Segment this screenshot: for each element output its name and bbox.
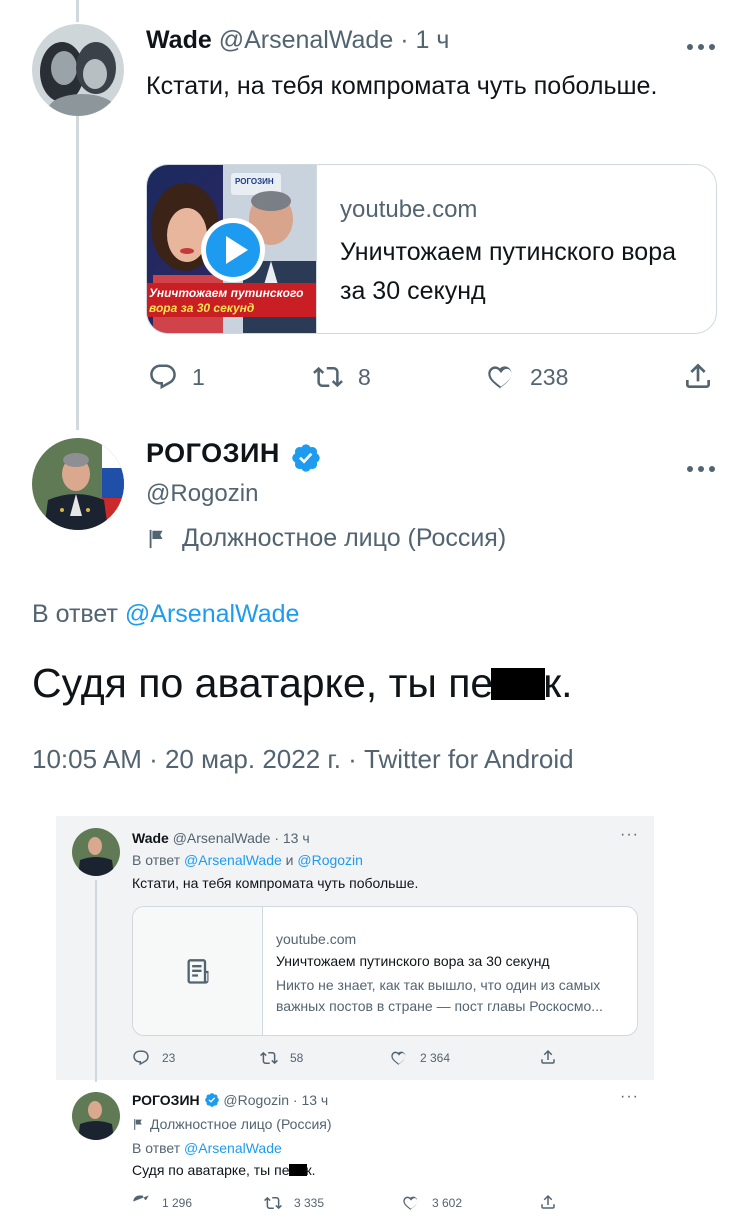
embedded-retweet-count-2: 3 335: [294, 1196, 325, 1210]
embedded-retweet-count: 58: [290, 1051, 304, 1065]
embedded-retweet-icon: [260, 1051, 278, 1065]
embedded-like-icon: [391, 1051, 406, 1066]
government-label-text: Должностное лицо (Россия): [182, 524, 507, 552]
thumb-caption-2: вора за 30 секунд: [149, 301, 255, 315]
embedded-card-title: Уничтожаем путинского вора за 30 секунд: [276, 953, 550, 969]
author-name-rogozin[interactable]: РОГОЗИН: [146, 438, 280, 469]
embedded-flag-icon: [134, 1118, 142, 1130]
card-domain: youtube.com: [340, 196, 478, 223]
government-label[interactable]: Должностное лицо (Россия): [146, 524, 506, 553]
embedded-handle-time[interactable]: @ArsenalWade · 13 ч: [173, 830, 310, 846]
embedded-retweet-action[interactable]: 58: [260, 1049, 303, 1067]
embedded-avatar-wade[interactable]: [72, 828, 120, 876]
author-handle[interactable]: @ArsenalWade: [219, 26, 394, 54]
embedded-retweet-action-2[interactable]: 3 335: [264, 1194, 324, 1212]
embedded-text-after: к.: [305, 1162, 316, 1178]
embedded-reply-prefix: В ответ: [132, 852, 181, 868]
embedded-reply-mention-2[interactable]: @Rogozin: [297, 852, 363, 868]
embedded-text-before: Судя по аватарке, ты пе: [132, 1162, 290, 1178]
embedded-retweet-icon-2: [264, 1196, 282, 1210]
embedded-more-icon-2[interactable]: ···: [620, 1088, 639, 1106]
reply-prefix: В ответ: [32, 600, 118, 628]
card-title: Уничтожаем путинского вора за 30 секунд: [340, 238, 677, 305]
embedded-link-card[interactable]: youtube.com Уничтожаем путинского вора з…: [132, 906, 638, 1036]
tweet-meta: 10:05 AM · 20 мар. 2022 г. · Twitter for…: [32, 744, 574, 774]
thumb-caption-1: Уничтожаем путинского: [149, 286, 304, 300]
embedded-label-text: Должностное лицо (Россия): [150, 1116, 332, 1132]
tweet-header: Wade @ArsenalWade · 1 ч: [146, 26, 449, 55]
embedded-reply-action[interactable]: 23: [132, 1049, 175, 1067]
main-text-after: к.: [543, 660, 573, 706]
avatar-rogozin[interactable]: [32, 438, 124, 530]
more-icon[interactable]: [686, 30, 716, 56]
embedded-share-icon[interactable]: [539, 1048, 557, 1066]
main-tweet-text: Судя по аватарке, ты пе к.: [32, 660, 573, 707]
reply-to-line: В ответ @ArsenalWade: [32, 600, 299, 629]
embedded-like-icon-2: [403, 1196, 418, 1211]
embedded-reply-mention-3[interactable]: @ArsenalWade: [184, 1140, 282, 1156]
embedded-like-action-2[interactable]: 3 602: [402, 1194, 462, 1212]
embedded-reply-prefix-2: В ответ: [132, 1140, 181, 1156]
verified-icon: [290, 442, 322, 479]
retweet-action[interactable]: 8: [312, 362, 371, 392]
tweet-text: Кстати, на тебя компромата чуть побольше…: [146, 72, 658, 100]
embedded-handle-time-2[interactable]: @Rogozin · 13 ч: [223, 1092, 328, 1108]
author-handle-rogozin[interactable]: @Rogozin: [146, 480, 258, 508]
retweet-icon: [313, 366, 343, 388]
embedded-reply-line-2: В ответ @ArsenalWade: [132, 1140, 282, 1156]
embedded-card-domain: youtube.com: [276, 931, 357, 947]
reply-icon: [150, 364, 176, 390]
embedded-tweet-text-2: Судя по аватарке, ты пе к.: [132, 1162, 316, 1178]
embedded-header-2: РОГОЗИН @Rogozin · 13 ч: [132, 1092, 328, 1108]
embedded-reply-action-2[interactable]: 1 296: [132, 1194, 192, 1212]
reply-mention[interactable]: @ArsenalWade: [125, 600, 300, 628]
thread-line-top: [76, 0, 79, 22]
embedded-reply-icon-2: [133, 1195, 149, 1202]
embedded-avatar-rogozin[interactable]: [72, 1092, 120, 1140]
author-name[interactable]: Wade: [146, 26, 212, 54]
flag-icon: [149, 529, 163, 548]
avatar-wade[interactable]: [32, 24, 124, 116]
embedded-like-action[interactable]: 2 364: [390, 1049, 450, 1067]
embedded-censor-block: [288, 1164, 307, 1176]
censor-block: [491, 668, 546, 700]
embedded-like-count-2: 3 602: [432, 1196, 463, 1210]
embedded-reply-mention-1[interactable]: @ArsenalWade: [184, 852, 282, 868]
embedded-card-desc: Никто не знает, как так вышло, что один …: [276, 977, 603, 1014]
like-count: 238: [530, 363, 569, 390]
embedded-like-count: 2 364: [420, 1051, 451, 1065]
reply-count: 1: [192, 363, 205, 390]
embedded-author-name[interactable]: Wade: [132, 830, 169, 846]
retweet-count: 8: [358, 363, 371, 390]
embedded-reply-line: В ответ @ArsenalWade и @Rogozin: [132, 852, 363, 868]
reply-action[interactable]: 1: [148, 362, 205, 392]
author-name-text: РОГОЗИН: [146, 438, 280, 468]
embedded-tweet-text: Кстати, на тебя компромата чуть побольше…: [132, 875, 419, 891]
thumb-badge: РОГОЗИН: [235, 177, 274, 186]
tweet-time[interactable]: 1 ч: [415, 26, 449, 54]
play-icon[interactable]: [200, 217, 266, 288]
embedded-reply-and: и: [285, 852, 294, 868]
article-icon: [133, 907, 263, 1035]
embedded-header-1: Wade @ArsenalWade · 13 ч: [132, 830, 310, 846]
link-card[interactable]: РОГОЗИН Уничтожаем путинского вора за 30…: [146, 164, 717, 334]
separator-dot: ·: [400, 26, 409, 54]
embedded-reply-icon: [133, 1050, 149, 1066]
like-action[interactable]: 238: [486, 362, 568, 392]
like-icon: [488, 366, 512, 389]
embedded-thread-line: [95, 880, 97, 1082]
share-icon[interactable]: [682, 360, 714, 392]
card-thumbnail: РОГОЗИН Уничтожаем путинского вора за 30…: [147, 165, 317, 333]
embedded-verified-icon: [204, 1093, 219, 1107]
embedded-author-name-2[interactable]: РОГОЗИН: [132, 1092, 200, 1108]
embedded-reply-count-2: 1 296: [162, 1196, 193, 1210]
embedded-share-icon-2[interactable]: [539, 1193, 557, 1211]
embedded-label-line[interactable]: Должностное лицо (Россия): [132, 1116, 332, 1132]
embedded-more-icon[interactable]: ···: [620, 826, 639, 844]
more-icon-rogozin[interactable]: [686, 452, 716, 478]
embedded-reply-count: 23: [162, 1051, 176, 1065]
main-text-before: Судя по аватарке, ты пе: [32, 660, 494, 706]
thread-line: [76, 116, 79, 430]
